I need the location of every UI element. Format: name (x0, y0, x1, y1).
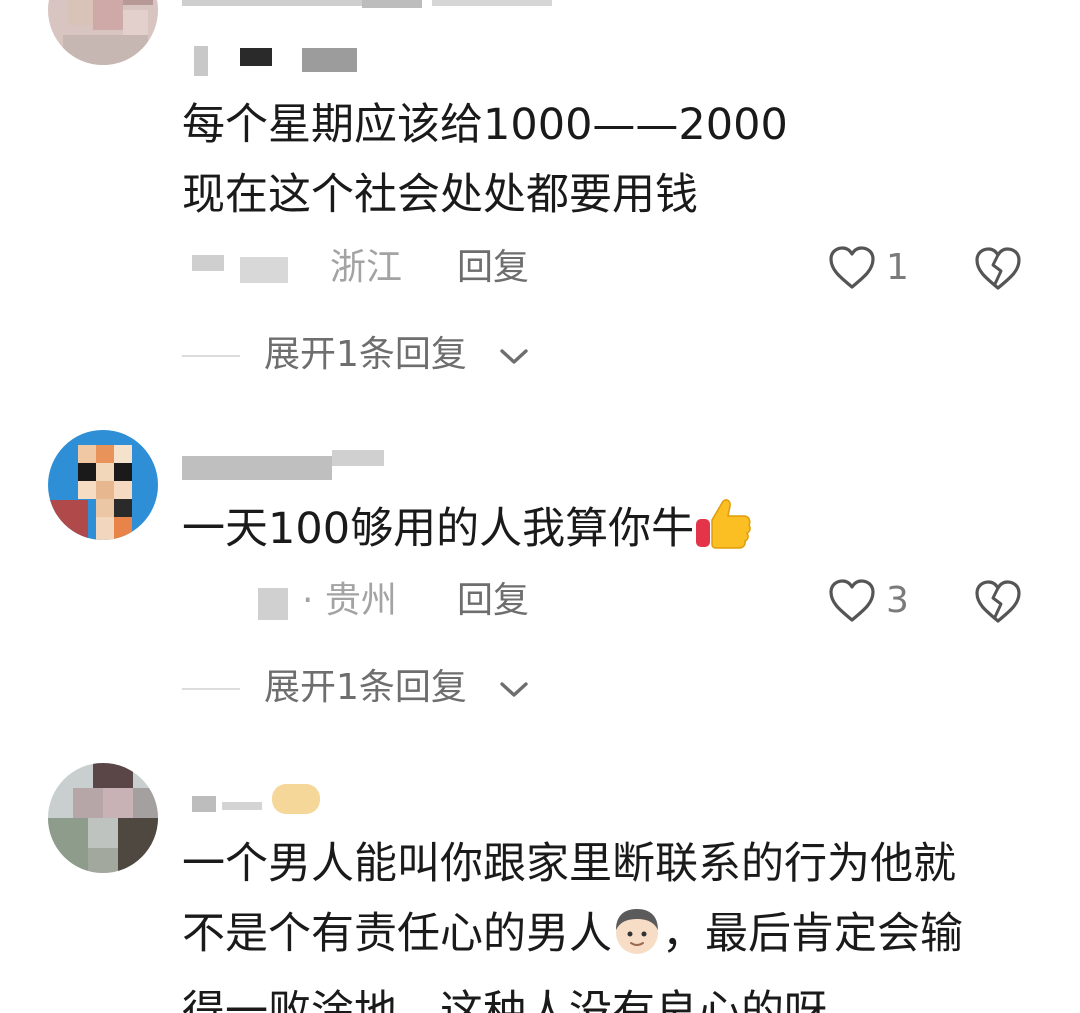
username[interactable] (182, 782, 342, 816)
like-count: 1 (886, 247, 909, 288)
location-label: 浙江 (330, 247, 403, 288)
comment-text: 一个男人能叫你跟家里断联系的行为他就 不是个有责任心的男人 ，最后肯定会输 得一… (182, 839, 963, 1013)
expand-replies-label: 展开1条回复 (264, 334, 467, 375)
expand-replies-button[interactable]: 展开1条回复 (182, 330, 682, 380)
comment-meta: 浙江 回复 1 (182, 243, 1042, 293)
blurred-username (272, 784, 320, 814)
dislike-icon[interactable] (974, 579, 1022, 625)
avatar[interactable] (48, 763, 158, 873)
blurred-username (182, 456, 332, 480)
comment-meta: · 贵州 回复 3 (182, 576, 1042, 626)
blurred-username (182, 0, 362, 6)
divider-line (182, 355, 240, 357)
blurred-username (192, 796, 216, 812)
username[interactable] (182, 0, 602, 12)
thumbs-up-icon (694, 495, 752, 572)
comment-text: 一天100够用的人我算你牛 (182, 494, 752, 572)
chevron-down-icon (500, 682, 528, 697)
dislike-icon[interactable] (974, 246, 1022, 292)
expand-replies-label: 展开1条回复 (264, 667, 467, 708)
blurred-date (258, 588, 288, 620)
expand-replies-button[interactable]: 展开1条回复 (182, 663, 682, 713)
heart-icon (829, 246, 875, 289)
blurred-username (362, 0, 422, 8)
avatar[interactable] (48, 430, 158, 540)
blurred-date (240, 257, 288, 283)
blurred-username (222, 802, 262, 810)
avatar-image (48, 763, 158, 873)
reply-button[interactable]: 回复 (457, 243, 529, 293)
chevron-down-icon (500, 349, 528, 364)
comment-list: 每个星期应该给1000——2000 现在这个社会处处都要用钱 浙江 回复 1 展… (0, 0, 1080, 1013)
reply-button[interactable]: 回复 (457, 576, 529, 626)
blurred-date (192, 255, 224, 271)
location-label: · 贵州 (302, 580, 397, 621)
blurred-username (240, 48, 272, 66)
man-face-icon (612, 906, 662, 977)
avatar-image (48, 0, 158, 65)
blurred-username (302, 48, 357, 72)
comment-text: 每个星期应该给1000——2000 现在这个社会处处都要用钱 (182, 100, 788, 220)
blurred-username (194, 46, 208, 76)
blurred-username (332, 450, 384, 466)
username[interactable] (182, 446, 422, 480)
like-count: 3 (886, 580, 909, 621)
heart-icon (829, 579, 875, 622)
blurred-username (432, 0, 552, 6)
avatar-image (48, 430, 158, 540)
divider-line (182, 688, 240, 690)
username-secondary[interactable] (182, 44, 382, 78)
avatar[interactable] (48, 0, 158, 65)
